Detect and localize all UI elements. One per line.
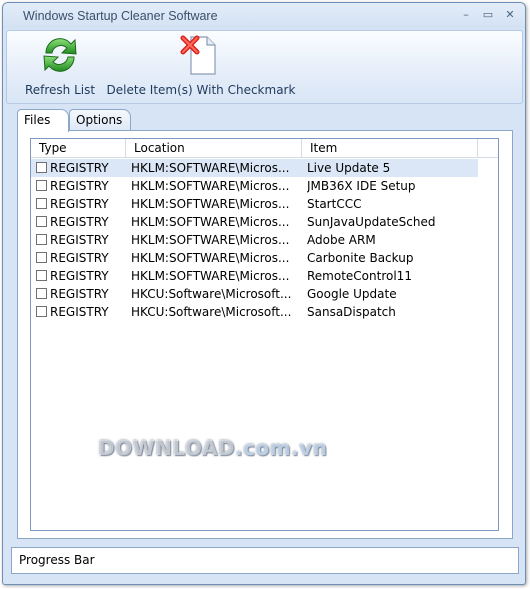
- window-title: Windows Startup Cleaner Software: [23, 9, 218, 23]
- title-bar[interactable]: Windows Startup Cleaner Software – ▭ ✕: [3, 3, 525, 29]
- delete-checked-items-label: Delete Item(s) With Checkmark: [106, 83, 296, 97]
- row-checkbox[interactable]: [36, 288, 47, 299]
- row-location-cell: HKLM:SOFTWARE\Micros...: [131, 233, 290, 247]
- startup-items-list[interactable]: Type Location Item REGISTRY HKLM:SOFTWARE…: [30, 138, 499, 531]
- row-checkbox[interactable]: [36, 270, 47, 281]
- row-checkbox[interactable]: [36, 216, 47, 227]
- row-type-cell: REGISTRY: [50, 197, 109, 211]
- row-type-cell: REGISTRY: [50, 233, 109, 247]
- row-checkbox[interactable]: [36, 198, 47, 209]
- row-checkbox[interactable]: [36, 162, 47, 173]
- table-row[interactable]: REGISTRY HKLM:SOFTWARE\Micros... Carbonite…: [31, 249, 478, 267]
- delete-document-icon: [180, 35, 216, 75]
- column-header-type[interactable]: Type: [31, 139, 126, 158]
- row-location-cell: HKCU:Software\Microsoft...: [131, 287, 292, 301]
- table-row[interactable]: REGISTRY HKLM:SOFTWARE\Micros... JMB36X ID…: [31, 177, 478, 195]
- toolbar: Refresh List Delete Item(s) With Checkma…: [6, 30, 523, 104]
- row-type-cell: REGISTRY: [50, 305, 109, 319]
- progress-bar-label: Progress Bar: [19, 553, 95, 567]
- column-header-location[interactable]: Location: [126, 139, 302, 158]
- row-type-cell: REGISTRY: [50, 161, 109, 175]
- app-window: Windows Startup Cleaner Software – ▭ ✕ R…: [2, 2, 526, 585]
- list-header: Type Location Item: [31, 139, 498, 158]
- row-item-cell: Adobe ARM: [307, 233, 376, 247]
- row-item-cell: StartCCC: [307, 197, 362, 211]
- row-type-cell: REGISTRY: [50, 287, 109, 301]
- row-checkbox[interactable]: [36, 180, 47, 191]
- row-item-cell: RemoteControl11: [307, 269, 412, 283]
- row-type-cell: REGISTRY: [50, 179, 109, 193]
- delete-checked-items-button[interactable]: Delete Item(s) With Checkmark: [105, 33, 297, 101]
- column-header-item[interactable]: Item: [302, 139, 478, 158]
- refresh-list-label: Refresh List: [24, 83, 96, 97]
- close-icon[interactable]: ✕: [501, 7, 519, 23]
- row-checkbox[interactable]: [36, 252, 47, 263]
- row-location-cell: HKLM:SOFTWARE\Micros...: [131, 269, 290, 283]
- table-row[interactable]: REGISTRY HKLM:SOFTWARE\Micros... Adobe ARM: [31, 231, 478, 249]
- row-location-cell: HKLM:SOFTWARE\Micros...: [131, 161, 290, 175]
- table-row[interactable]: REGISTRY HKLM:SOFTWARE\Micros... StartCCC: [31, 195, 478, 213]
- refresh-arrows-icon: [43, 38, 77, 72]
- row-item-cell: SunJavaUpdateSched: [307, 215, 436, 229]
- row-checkbox[interactable]: [36, 306, 47, 317]
- row-item-cell: Live Update 5: [307, 161, 391, 175]
- maximize-icon[interactable]: ▭: [479, 7, 497, 23]
- table-row[interactable]: REGISTRY HKCU:Software\Microsoft... Google…: [31, 285, 478, 303]
- tab-options[interactable]: Options: [69, 109, 131, 131]
- row-type-cell: REGISTRY: [50, 251, 109, 265]
- table-row[interactable]: REGISTRY HKLM:SOFTWARE\Micros... SunJavaUp…: [31, 213, 478, 231]
- files-panel: Type Location Item REGISTRY HKLM:SOFTWARE…: [17, 130, 513, 539]
- row-item-cell: SansaDispatch: [307, 305, 396, 319]
- row-location-cell: HKCU:Software\Microsoft...: [131, 305, 292, 319]
- row-location-cell: HKLM:SOFTWARE\Micros...: [131, 179, 290, 193]
- row-item-cell: Google Update: [307, 287, 397, 301]
- row-item-cell: Carbonite Backup: [307, 251, 414, 265]
- row-location-cell: HKLM:SOFTWARE\Micros...: [131, 197, 290, 211]
- row-type-cell: REGISTRY: [50, 269, 109, 283]
- progress-bar: Progress Bar: [11, 547, 519, 574]
- row-checkbox[interactable]: [36, 234, 47, 245]
- table-row[interactable]: REGISTRY HKLM:SOFTWARE\Micros... Live Upda…: [31, 159, 478, 177]
- row-location-cell: HKLM:SOFTWARE\Micros...: [131, 215, 290, 229]
- row-item-cell: JMB36X IDE Setup: [307, 179, 416, 193]
- refresh-list-button[interactable]: Refresh List: [17, 33, 103, 101]
- minimize-icon[interactable]: –: [457, 7, 475, 23]
- row-type-cell: REGISTRY: [50, 215, 109, 229]
- tab-strip: Files Options: [13, 109, 233, 132]
- tab-files[interactable]: Files: [17, 109, 69, 132]
- row-location-cell: HKLM:SOFTWARE\Micros...: [131, 251, 290, 265]
- table-row[interactable]: REGISTRY HKCU:Software\Microsoft... SansaD…: [31, 303, 478, 321]
- table-row[interactable]: REGISTRY HKLM:SOFTWARE\Micros... RemoteCon…: [31, 267, 478, 285]
